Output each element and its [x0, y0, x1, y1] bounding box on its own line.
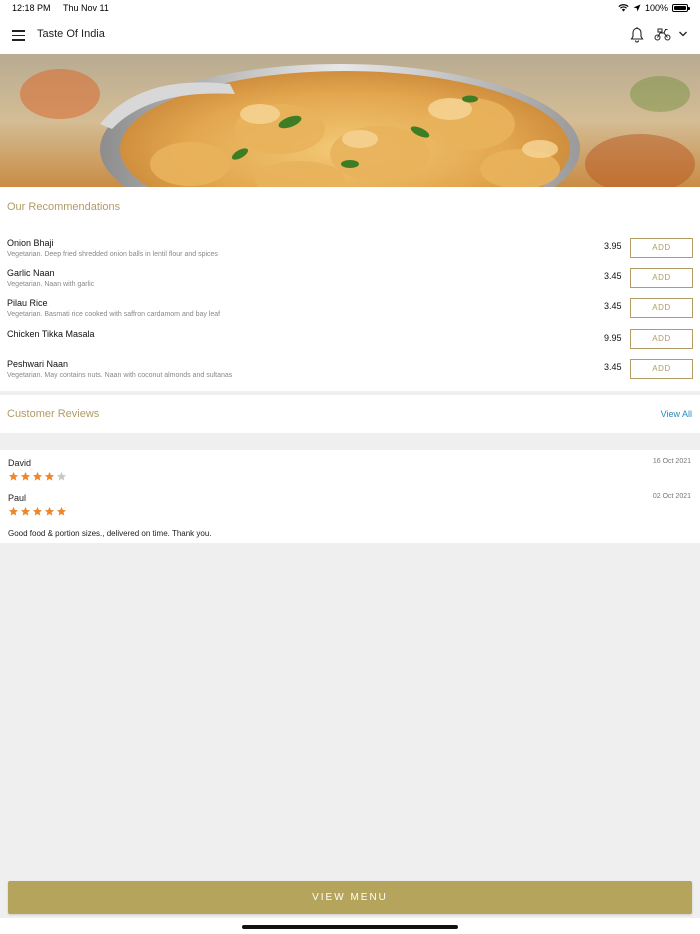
menu-item-name: Chicken Tikka Masala: [7, 329, 95, 339]
recommendations-title: Our Recommendations: [7, 201, 121, 213]
customer-reviews-header: Customer Reviews View All: [0, 395, 700, 433]
restaurant-title: Taste Of India: [37, 28, 105, 40]
battery-icon: [672, 4, 690, 12]
hero-food-image: [0, 54, 700, 187]
view-menu-button[interactable]: VIEW MENU: [8, 881, 692, 914]
menu-item-price: 3.45: [604, 301, 622, 311]
star-rating: [8, 506, 67, 517]
add-button[interactable]: ADD: [630, 268, 693, 288]
review-date: 16 Oct 2021: [652, 458, 691, 465]
star-filled-icon: [44, 471, 55, 481]
menu-item-price: 3.45: [604, 362, 622, 372]
menu-item-description: Vegetarian. Deep fried shredded onion ba…: [7, 251, 218, 258]
menu-item-name: Peshwari Naan: [7, 359, 69, 369]
chevron-down-icon[interactable]: [678, 29, 688, 39]
customer-reviews-title: Customer Reviews: [7, 408, 100, 420]
nav-bar: Taste Of India: [0, 17, 700, 54]
star-rating: [8, 471, 67, 482]
menu-item-name: Onion Bhaji: [7, 238, 54, 248]
menu-item: Onion Bhaji Vegetarian. Deep fried shred…: [0, 238, 700, 268]
add-button[interactable]: ADD: [630, 298, 693, 318]
menu-item-description: Vegetarian. May contains nuts. Naan with…: [7, 372, 233, 379]
curry-dish-illustration: [0, 54, 700, 187]
menu-item: Chicken Tikka Masala 9.95 ADD: [0, 329, 700, 359]
bottom-safe-area: [0, 918, 700, 934]
bell-icon[interactable]: [630, 27, 644, 43]
status-time: 12:18 PM: [12, 3, 51, 13]
menu-item-description: Vegetarian. Basmati rice cooked with saf…: [7, 311, 221, 318]
status-bar: 12:18 PM Thu Nov 11 100%: [0, 0, 700, 17]
menu-item-price: 9.95: [604, 333, 622, 343]
star-filled-icon: [8, 471, 19, 481]
hamburger-menu-icon[interactable]: [12, 30, 25, 41]
view-all-link[interactable]: View All: [661, 409, 692, 419]
star-filled-icon: [32, 471, 43, 481]
review-date: 02 Oct 2021: [652, 493, 691, 500]
status-right: 100%: [618, 3, 690, 13]
wifi-icon: [618, 4, 629, 12]
add-button[interactable]: ADD: [630, 238, 693, 258]
add-button[interactable]: ADD: [630, 329, 693, 349]
review-text: Good food & portion sizes., delivered on…: [8, 529, 212, 538]
star-filled-icon: [32, 506, 43, 516]
menu-item-price: 3.45: [604, 271, 622, 281]
star-filled-icon: [44, 506, 55, 516]
menu-item-name: Pilau Rice: [7, 298, 48, 308]
star-filled-icon: [20, 471, 31, 481]
menu-item-price: 3.95: [604, 241, 622, 251]
status-left: 12:18 PM Thu Nov 11: [12, 3, 109, 13]
reviewer-name: David: [8, 458, 32, 468]
recommendations-section: Our Recommendations Onion Bhaji Vegetari…: [0, 187, 700, 391]
add-button[interactable]: ADD: [630, 359, 693, 379]
home-indicator: [242, 925, 458, 929]
menu-item: Garlic Naan Vegetarian. Naan with garlic…: [0, 268, 700, 298]
menu-item: Peshwari Naan Vegetarian. May contains n…: [0, 359, 700, 389]
menu-item-name: Garlic Naan: [7, 268, 55, 278]
delivery-scooter-icon[interactable]: [654, 28, 671, 41]
battery-percent: 100%: [644, 3, 668, 13]
star-filled-icon: [20, 506, 31, 516]
status-date: Thu Nov 11: [63, 3, 109, 13]
menu-item: Pilau Rice Vegetarian. Basmati rice cook…: [0, 298, 700, 328]
reviews-list: David 16 Oct 2021 Paul 02 Oct 2021 Good …: [0, 450, 700, 543]
star-empty-icon: [56, 471, 67, 481]
star-filled-icon: [56, 506, 67, 516]
star-filled-icon: [8, 506, 19, 516]
menu-item-description: Vegetarian. Naan with garlic: [7, 281, 95, 288]
reviewer-name: Paul: [8, 493, 27, 503]
location-arrow-icon: [633, 4, 641, 12]
